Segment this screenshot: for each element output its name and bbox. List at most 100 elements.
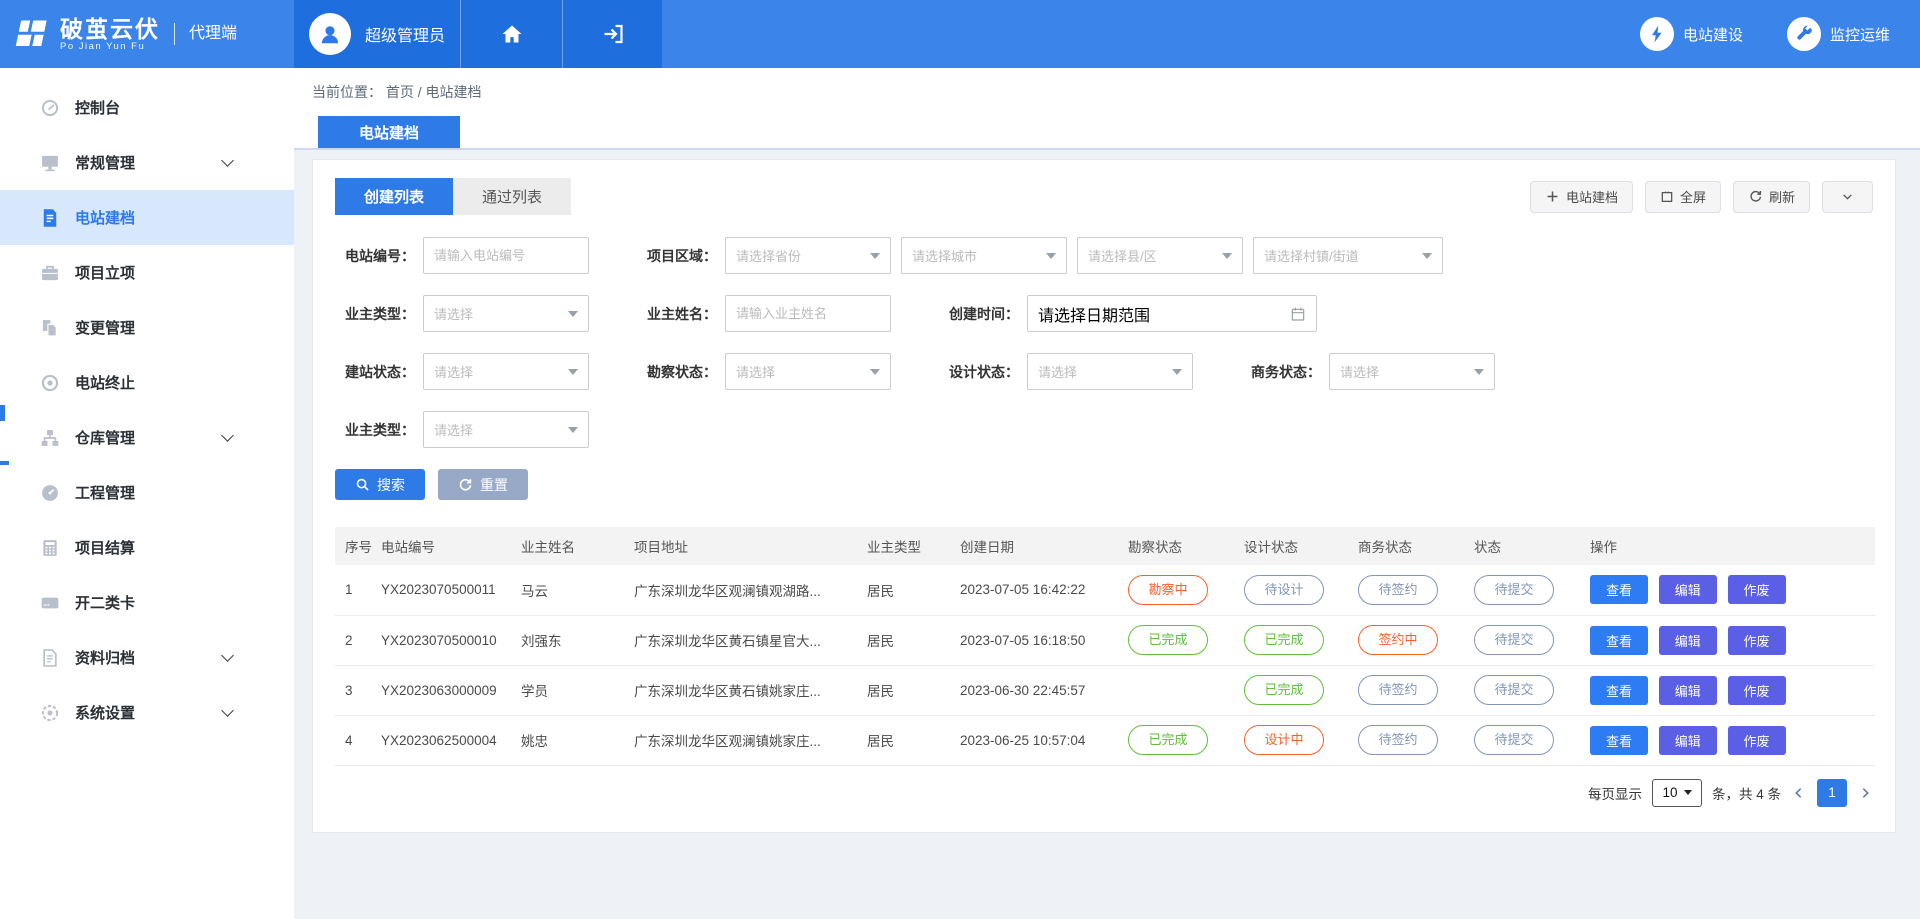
- refresh-icon: [1748, 189, 1763, 204]
- fullscreen-icon: [1660, 190, 1674, 204]
- sidebar-item-project-initiation[interactable]: 项目立项: [0, 245, 294, 300]
- owner-type2-select[interactable]: 请选择: [423, 411, 589, 448]
- chevron-down-icon: [221, 704, 234, 717]
- status-badge: 已完成: [1128, 625, 1208, 655]
- view-button[interactable]: 查看: [1590, 575, 1648, 604]
- select-arrow-icon: [1474, 369, 1484, 375]
- search-icon: [355, 477, 370, 492]
- status-badge: 待设计: [1244, 575, 1324, 605]
- edit-button[interactable]: 编辑: [1659, 626, 1717, 655]
- user-menu[interactable]: 超级管理员: [294, 0, 460, 68]
- nav-station-construction[interactable]: 电站建设: [1640, 17, 1743, 51]
- sidebar-item-warehouse-mgmt[interactable]: 仓库管理: [0, 410, 294, 465]
- survey-status-label: 勘察状态：: [637, 362, 717, 382]
- fullscreen-button[interactable]: 全屏: [1645, 181, 1721, 213]
- main-content: 当前位置： 首页 / 电站建档 电站建档 创建列表 通过列表 电站建档 全屏: [294, 68, 1920, 919]
- archive-icon: [40, 648, 60, 668]
- table-row: 4 YX2023062500004 姚忠 广东深圳龙华区观澜镇姚家庄... 居民…: [335, 715, 1875, 765]
- status-badge: 设计中: [1244, 725, 1324, 755]
- next-page-button[interactable]: [1857, 785, 1873, 801]
- sidebar-item-general-mgmt[interactable]: 常规管理: [0, 135, 294, 190]
- select-arrow-icon: [1172, 369, 1182, 375]
- target-icon: [40, 373, 60, 393]
- business-status-select[interactable]: 请选择: [1329, 353, 1495, 390]
- tab-create-list[interactable]: 创建列表: [335, 178, 453, 215]
- filters: 电站编号： 项目区域： 请选择省份 请选择城市 请选择县/区: [335, 237, 1873, 500]
- meter-icon: [40, 483, 60, 503]
- design-status-label: 设计状态：: [939, 362, 1019, 382]
- sidebar-item-type2-card[interactable]: 开二类卡: [0, 575, 294, 630]
- breadcrumb: 当前位置： 首页 / 电站建档: [312, 82, 482, 102]
- sidebar-item-project-settlement[interactable]: 项目结算: [0, 520, 294, 575]
- briefcase-icon: [40, 263, 60, 283]
- town-select[interactable]: 请选择村镇/街道: [1253, 237, 1443, 274]
- page-number-button[interactable]: 1: [1817, 779, 1847, 807]
- date-range-picker[interactable]: 请选择日期范围: [1027, 295, 1317, 332]
- page-tab-station-archive[interactable]: 电站建档: [318, 116, 460, 148]
- total-count-label: 条，共 4 条: [1712, 783, 1781, 803]
- station-no-label: 电站编号：: [335, 246, 415, 266]
- sidebar-item-system-settings[interactable]: 系统设置: [0, 685, 294, 740]
- owner-type-select[interactable]: 请选择: [423, 295, 589, 332]
- wrench-icon: [1794, 24, 1814, 44]
- view-button[interactable]: 查看: [1590, 676, 1648, 705]
- city-select[interactable]: 请选择城市: [901, 237, 1067, 274]
- tab-approved-list[interactable]: 通过列表: [453, 178, 571, 215]
- per-page-label: 每页显示: [1588, 783, 1642, 803]
- calculator-icon: [40, 538, 60, 558]
- void-button[interactable]: 作废: [1728, 626, 1786, 655]
- home-button[interactable]: [460, 0, 562, 68]
- sidebar-item-data-archive[interactable]: 资料归档: [0, 630, 294, 685]
- edit-button[interactable]: 编辑: [1659, 726, 1717, 755]
- search-button[interactable]: 搜索: [335, 469, 425, 500]
- copy-icon: [40, 318, 60, 338]
- business-status-label: 商务状态：: [1241, 362, 1321, 382]
- sidebar-item-station-termination[interactable]: 电站终止: [0, 355, 294, 410]
- list-panel: 创建列表 通过列表 电站建档 全屏 刷新: [312, 159, 1896, 833]
- edit-button[interactable]: 编辑: [1659, 575, 1717, 604]
- logout-button[interactable]: [562, 0, 662, 68]
- status-badge: 勘察中: [1128, 575, 1208, 605]
- owner-type-label: 业主类型：: [335, 304, 415, 324]
- view-button[interactable]: 查看: [1590, 726, 1648, 755]
- sidebar-item-dashboard[interactable]: 控制台: [0, 80, 294, 135]
- create-time-label: 创建时间：: [939, 304, 1019, 324]
- sidebar-edge-mark: [0, 461, 9, 465]
- void-button[interactable]: 作废: [1728, 676, 1786, 705]
- select-arrow-icon: [568, 311, 578, 317]
- county-select[interactable]: 请选择县/区: [1077, 237, 1243, 274]
- create-station-button[interactable]: 电站建档: [1530, 181, 1633, 213]
- owner-name-label: 业主姓名：: [637, 304, 717, 324]
- void-button[interactable]: 作废: [1728, 726, 1786, 755]
- view-button[interactable]: 查看: [1590, 626, 1648, 655]
- refresh-button[interactable]: 刷新: [1733, 181, 1810, 213]
- sidebar-item-change-mgmt[interactable]: 变更管理: [0, 300, 294, 355]
- collapse-toggle-button[interactable]: [1822, 181, 1873, 213]
- region-label: 项目区域：: [637, 246, 717, 266]
- prev-page-button[interactable]: [1791, 785, 1807, 801]
- edit-button[interactable]: 编辑: [1659, 676, 1717, 705]
- build-status-select[interactable]: 请选择: [423, 353, 589, 390]
- survey-status-select[interactable]: 请选择: [725, 353, 891, 390]
- void-button[interactable]: 作废: [1728, 575, 1786, 604]
- sidebar-item-station-archive[interactable]: 电站建档: [0, 190, 294, 245]
- breadcrumb-path[interactable]: 首页 / 电站建档: [386, 84, 482, 100]
- table-header-row: 序号 电站编号 业主姓名 项目地址 业主类型 创建日期 勘察状态 设计状态 商务…: [335, 527, 1875, 565]
- home-icon: [500, 22, 524, 46]
- design-status-select[interactable]: 请选择: [1027, 353, 1193, 390]
- status-badge: 已完成: [1244, 675, 1324, 705]
- province-select[interactable]: 请选择省份: [725, 237, 891, 274]
- brand-subtitle: Po Jian Yun Fu: [60, 41, 160, 52]
- select-arrow-icon: [870, 253, 880, 259]
- user-icon: [317, 21, 343, 47]
- per-page-select[interactable]: 10: [1652, 779, 1702, 807]
- owner-name-input[interactable]: [725, 295, 891, 332]
- lightning-icon: [1647, 24, 1667, 44]
- panel-toolbar: 电站建档 全屏 刷新: [1530, 181, 1873, 213]
- reset-button[interactable]: 重置: [438, 469, 528, 500]
- nav-monitoring-ops[interactable]: 监控运维: [1787, 17, 1890, 51]
- sidebar-item-engineering-mgmt[interactable]: 工程管理: [0, 465, 294, 520]
- user-name: 超级管理员: [365, 22, 445, 46]
- sidebar-edge-mark: [0, 405, 5, 421]
- station-no-input[interactable]: [423, 237, 589, 274]
